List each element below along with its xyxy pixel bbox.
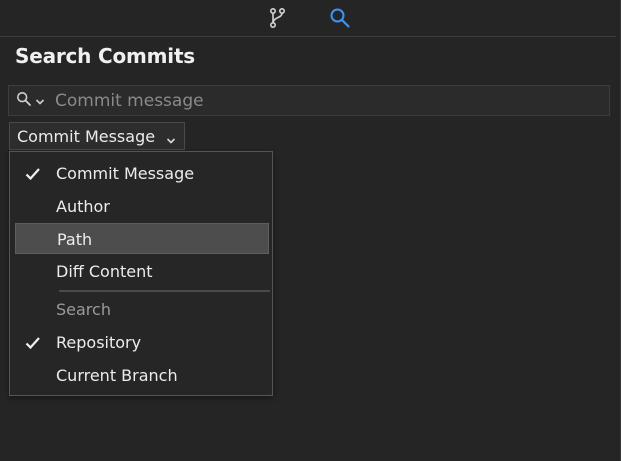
menu-item-label: Repository [56,333,142,352]
menu-item-label: Commit Message [56,164,195,183]
menu-item-label: Author [56,197,110,216]
panel-title: Search Commits [15,44,196,68]
search-input[interactable] [55,86,609,115]
toolbar [0,0,616,37]
search-commits-panel: Search Commits Commit Message [0,0,621,461]
chevron-down-icon [35,91,45,110]
search-icon[interactable] [326,4,354,32]
menu-item-label: Path [57,230,93,249]
menu-section-header: Search [56,300,111,319]
search-icon [16,91,32,111]
search-field-menu: Commit Message Author Path Diff Content … [9,151,273,396]
menu-item-path[interactable]: Path [15,223,269,254]
search-box [8,85,610,116]
search-scope-button[interactable] [9,86,55,115]
menu-item-author[interactable]: Author [15,191,269,222]
checkmark-icon [25,166,41,185]
menu-item-diff-content[interactable]: Diff Content [15,256,269,287]
menu-item-current-branch[interactable]: Current Branch [15,360,269,391]
menu-separator [59,290,270,292]
checkmark-icon [25,335,41,354]
search-field-selected: Commit Message [17,126,156,146]
menu-item-label: Diff Content [56,262,153,281]
git-branch-icon[interactable] [264,4,292,32]
chevron-down-icon [166,130,176,149]
menu-item-commit-message[interactable]: Commit Message [15,158,269,189]
menu-item-label: Current Branch [56,366,178,385]
menu-item-repository[interactable]: Repository [15,327,269,358]
search-field-dropdown[interactable]: Commit Message [9,122,185,150]
